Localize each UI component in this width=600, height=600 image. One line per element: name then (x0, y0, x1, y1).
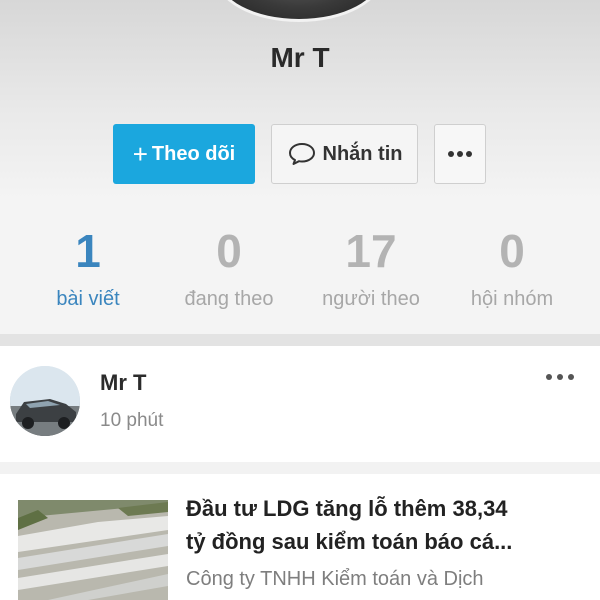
post-author-name[interactable]: Mr T (100, 370, 146, 396)
article-title-line: tỷ đồng sau kiểm toán báo cá... (186, 529, 513, 554)
stat-value: 17 (345, 225, 397, 277)
stat-label: đang theo (184, 288, 274, 310)
post-author-avatar[interactable] (10, 366, 80, 436)
stat-posts[interactable]: 1 bài viết (13, 228, 163, 311)
stat-followers[interactable]: 17 người theo (296, 228, 446, 311)
profile-stats: 1 bài viết 0 đang theo 17 người theo 0 h… (0, 200, 600, 334)
follow-button-label: Theo dõi (151, 142, 236, 165)
stat-groups[interactable]: 0 hội nhóm (437, 228, 587, 311)
message-button[interactable]: Nhắn tin (271, 124, 418, 184)
stat-value: 0 (499, 225, 525, 277)
profile-header: Mr T + Theo dõi Nhắn tin (0, 0, 600, 200)
article-image (18, 500, 168, 600)
stat-label: hội nhóm (470, 288, 554, 310)
article-source: Công ty TNHH Kiểm toán và Dịch (186, 568, 484, 590)
post-card: Mr T 10 phút Đầu tư LDG tăng lỗ thêm 38,… (0, 346, 600, 600)
stat-label: bài viết (56, 288, 120, 310)
follow-button[interactable]: + Theo dõi (113, 124, 255, 184)
profile-avatar[interactable] (215, 0, 383, 22)
stat-following[interactable]: 0 đang theo (154, 228, 304, 311)
stat-value: 0 (216, 225, 242, 277)
message-button-label: Nhắn tin (322, 142, 403, 165)
section-divider (0, 334, 600, 346)
post-content-divider (0, 462, 600, 474)
article-title[interactable]: Đầu tư LDG tăng lỗ thêm 38,34 tỷ đồng sa… (186, 492, 586, 558)
article-title-line: Đầu tư LDG tăng lỗ thêm 38,34 (186, 496, 508, 521)
car-photo-icon (10, 366, 80, 436)
post-timestamp: 10 phút (100, 410, 164, 431)
article-thumbnail[interactable] (18, 500, 168, 600)
more-horizontal-icon (448, 151, 472, 157)
plus-icon: + (132, 139, 148, 169)
profile-name: Mr T (270, 42, 330, 73)
stat-value: 1 (75, 225, 101, 277)
stat-label: người theo (322, 288, 420, 310)
more-horizontal-icon (546, 374, 574, 380)
profile-more-button[interactable] (434, 124, 486, 184)
chat-bubble-icon (288, 143, 315, 165)
post-more-button[interactable] (540, 362, 580, 392)
